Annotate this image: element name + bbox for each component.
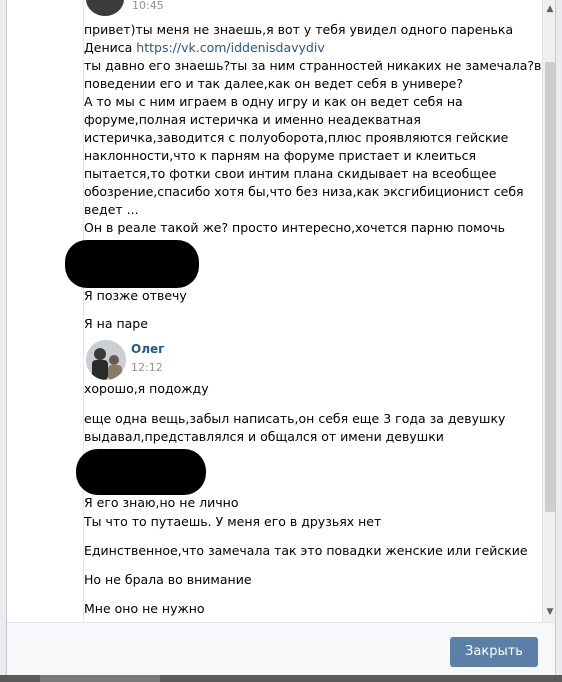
- avatar[interactable]: [86, 0, 124, 16]
- message-line: поведении его и так далее,как он ведет с…: [84, 76, 463, 91]
- message-line: Дениса https://vk.com/iddenisdavydiv: [84, 39, 325, 57]
- message-line: ты давно его знаешь?ты за ним странносте…: [84, 58, 542, 73]
- author-name[interactable]: Олег: [131, 342, 164, 356]
- message-line: пытается,то фотки свои интим плана скиды…: [84, 166, 497, 181]
- message-line: форуме,полная истеричка и именно неадекв…: [84, 112, 421, 127]
- message-text: Я его знаю,но не лично: [84, 495, 239, 510]
- message-line: наклонности,что к парням на форуме прист…: [84, 148, 476, 163]
- message-history[interactable]: 10:45 привет)ты меня не знаешь,я вот у т…: [7, 0, 542, 622]
- window-frame-right: [555, 0, 562, 682]
- window-frame-left: [0, 0, 7, 682]
- background-strip: [40, 675, 160, 682]
- message-line: Он в реале такой же? просто интересно,хо…: [84, 220, 506, 235]
- window-frame-bottom: [0, 675, 562, 682]
- message-text: Ты что то путаешь. У меня его в друзьях …: [84, 514, 382, 529]
- message-line: выдавал,представлялся и общался от имени…: [84, 429, 444, 444]
- avatar[interactable]: [86, 340, 126, 380]
- message-line: истеричка,заводится с полуоборота,плюс п…: [84, 130, 509, 145]
- message-line: привет)ты меня не знаешь,я вот у тебя ув…: [84, 22, 514, 37]
- message-time: 10:45: [132, 0, 164, 12]
- redacted-author: [76, 449, 206, 495]
- scrollbar-thumb[interactable]: [545, 62, 555, 512]
- message-text: Дениса: [84, 40, 133, 55]
- dialog-footer: Закрыть: [7, 622, 555, 676]
- close-button[interactable]: Закрыть: [450, 637, 538, 667]
- profile-link[interactable]: https://vk.com/iddenisdavydiv: [136, 40, 324, 55]
- redacted-author: [65, 240, 199, 288]
- message-line: обозрение,спасибо хотя бы,что без низа,к…: [84, 184, 524, 199]
- message-line: А то мы с ним играем в одну игру и как о…: [84, 94, 463, 109]
- message-text: хорошо,я подожду: [84, 381, 209, 396]
- message-text: Мне оно не нужно: [84, 601, 205, 616]
- message-text: Я позже отвечу: [84, 288, 187, 303]
- person-icon: [86, 340, 126, 380]
- message-line: ведет ...: [84, 202, 139, 217]
- message-text: Единственное,что замечала так это повадк…: [84, 543, 528, 558]
- message-text: Но не брала во внимание: [84, 572, 252, 587]
- message-time: 12:12: [131, 361, 163, 374]
- message-line: еще одна вещь,забыл написать,он себя еще…: [84, 411, 506, 426]
- message-text: Я на паре: [84, 316, 148, 331]
